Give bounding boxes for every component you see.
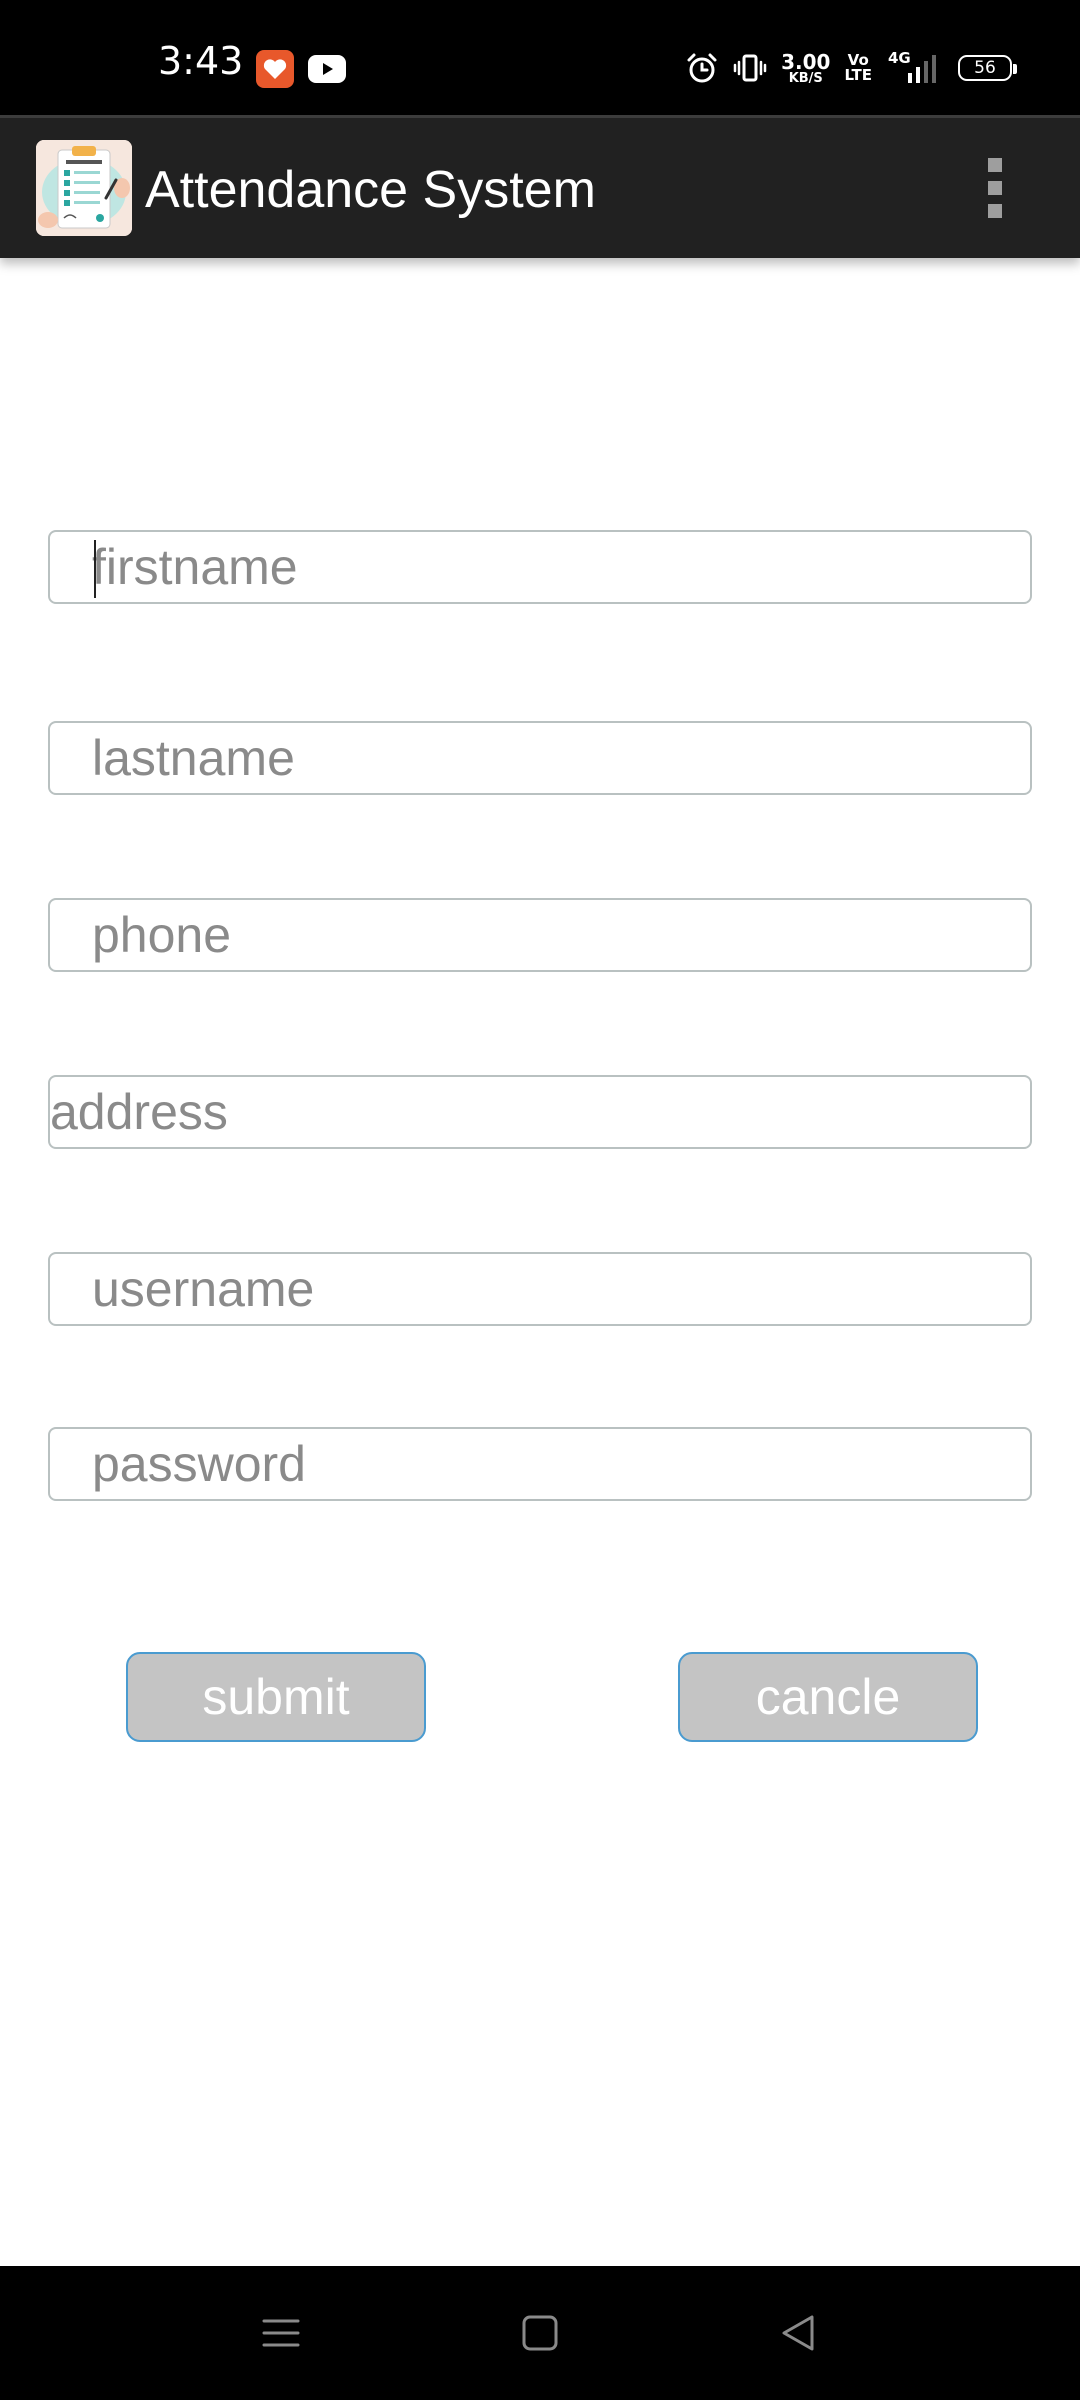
firstname-field[interactable]: [48, 530, 1032, 604]
status-system-icons: 3.00 KB/S Vo LTE 4G 56: [685, 48, 1017, 88]
battery-level: 56: [974, 58, 996, 78]
navigation-bar: [0, 2266, 1080, 2400]
app-bar: Attendance System: [0, 115, 1080, 258]
menu-dot: [988, 181, 1002, 195]
password-field[interactable]: [48, 1427, 1032, 1501]
attendance-clipboard-icon: [36, 140, 132, 236]
network-speed: 3.00 KB/S: [781, 52, 830, 85]
heart-app-icon: [256, 50, 294, 88]
username-input[interactable]: [50, 1254, 1030, 1324]
more-vertical-icon[interactable]: [975, 148, 1015, 228]
status-bar: 3:43 3.00 KB/S Vo LTE 4G 56: [0, 0, 1080, 115]
address-field[interactable]: [48, 1075, 1032, 1149]
cancel-button[interactable]: cancle: [678, 1652, 978, 1742]
youtube-icon: [308, 55, 346, 83]
screen: 3:43 3.00 KB/S Vo LTE 4G 56 Attendance S…: [0, 0, 1080, 2400]
alarm-icon: [685, 51, 719, 85]
battery-icon: 56: [958, 55, 1017, 81]
lastname-input[interactable]: [50, 723, 1030, 793]
text-cursor: [94, 540, 96, 598]
network-type: 4G: [888, 49, 911, 67]
status-time: 3:43: [158, 39, 244, 83]
volte-indicator: Vo LTE: [844, 53, 872, 83]
back-icon[interactable]: [774, 2308, 824, 2358]
username-field[interactable]: [48, 1252, 1032, 1326]
address-input[interactable]: [50, 1077, 1030, 1147]
network-speed-unit: KB/S: [788, 70, 823, 86]
firstname-input[interactable]: [50, 532, 1030, 602]
phone-field[interactable]: [48, 898, 1032, 972]
lastname-field[interactable]: [48, 721, 1032, 795]
home-icon[interactable]: [515, 2308, 565, 2358]
phone-input[interactable]: [50, 900, 1030, 970]
vibrate-icon: [733, 51, 767, 85]
network-speed-value: 3.00: [781, 49, 831, 74]
menu-icon[interactable]: [256, 2308, 306, 2358]
submit-button[interactable]: submit: [126, 1652, 426, 1742]
signal-icon: 4G: [886, 49, 944, 87]
menu-dot: [988, 158, 1002, 172]
password-input[interactable]: [50, 1429, 1030, 1499]
menu-dot: [988, 204, 1002, 218]
app-title: Attendance System: [145, 161, 596, 219]
volte-bottom: LTE: [844, 66, 872, 84]
